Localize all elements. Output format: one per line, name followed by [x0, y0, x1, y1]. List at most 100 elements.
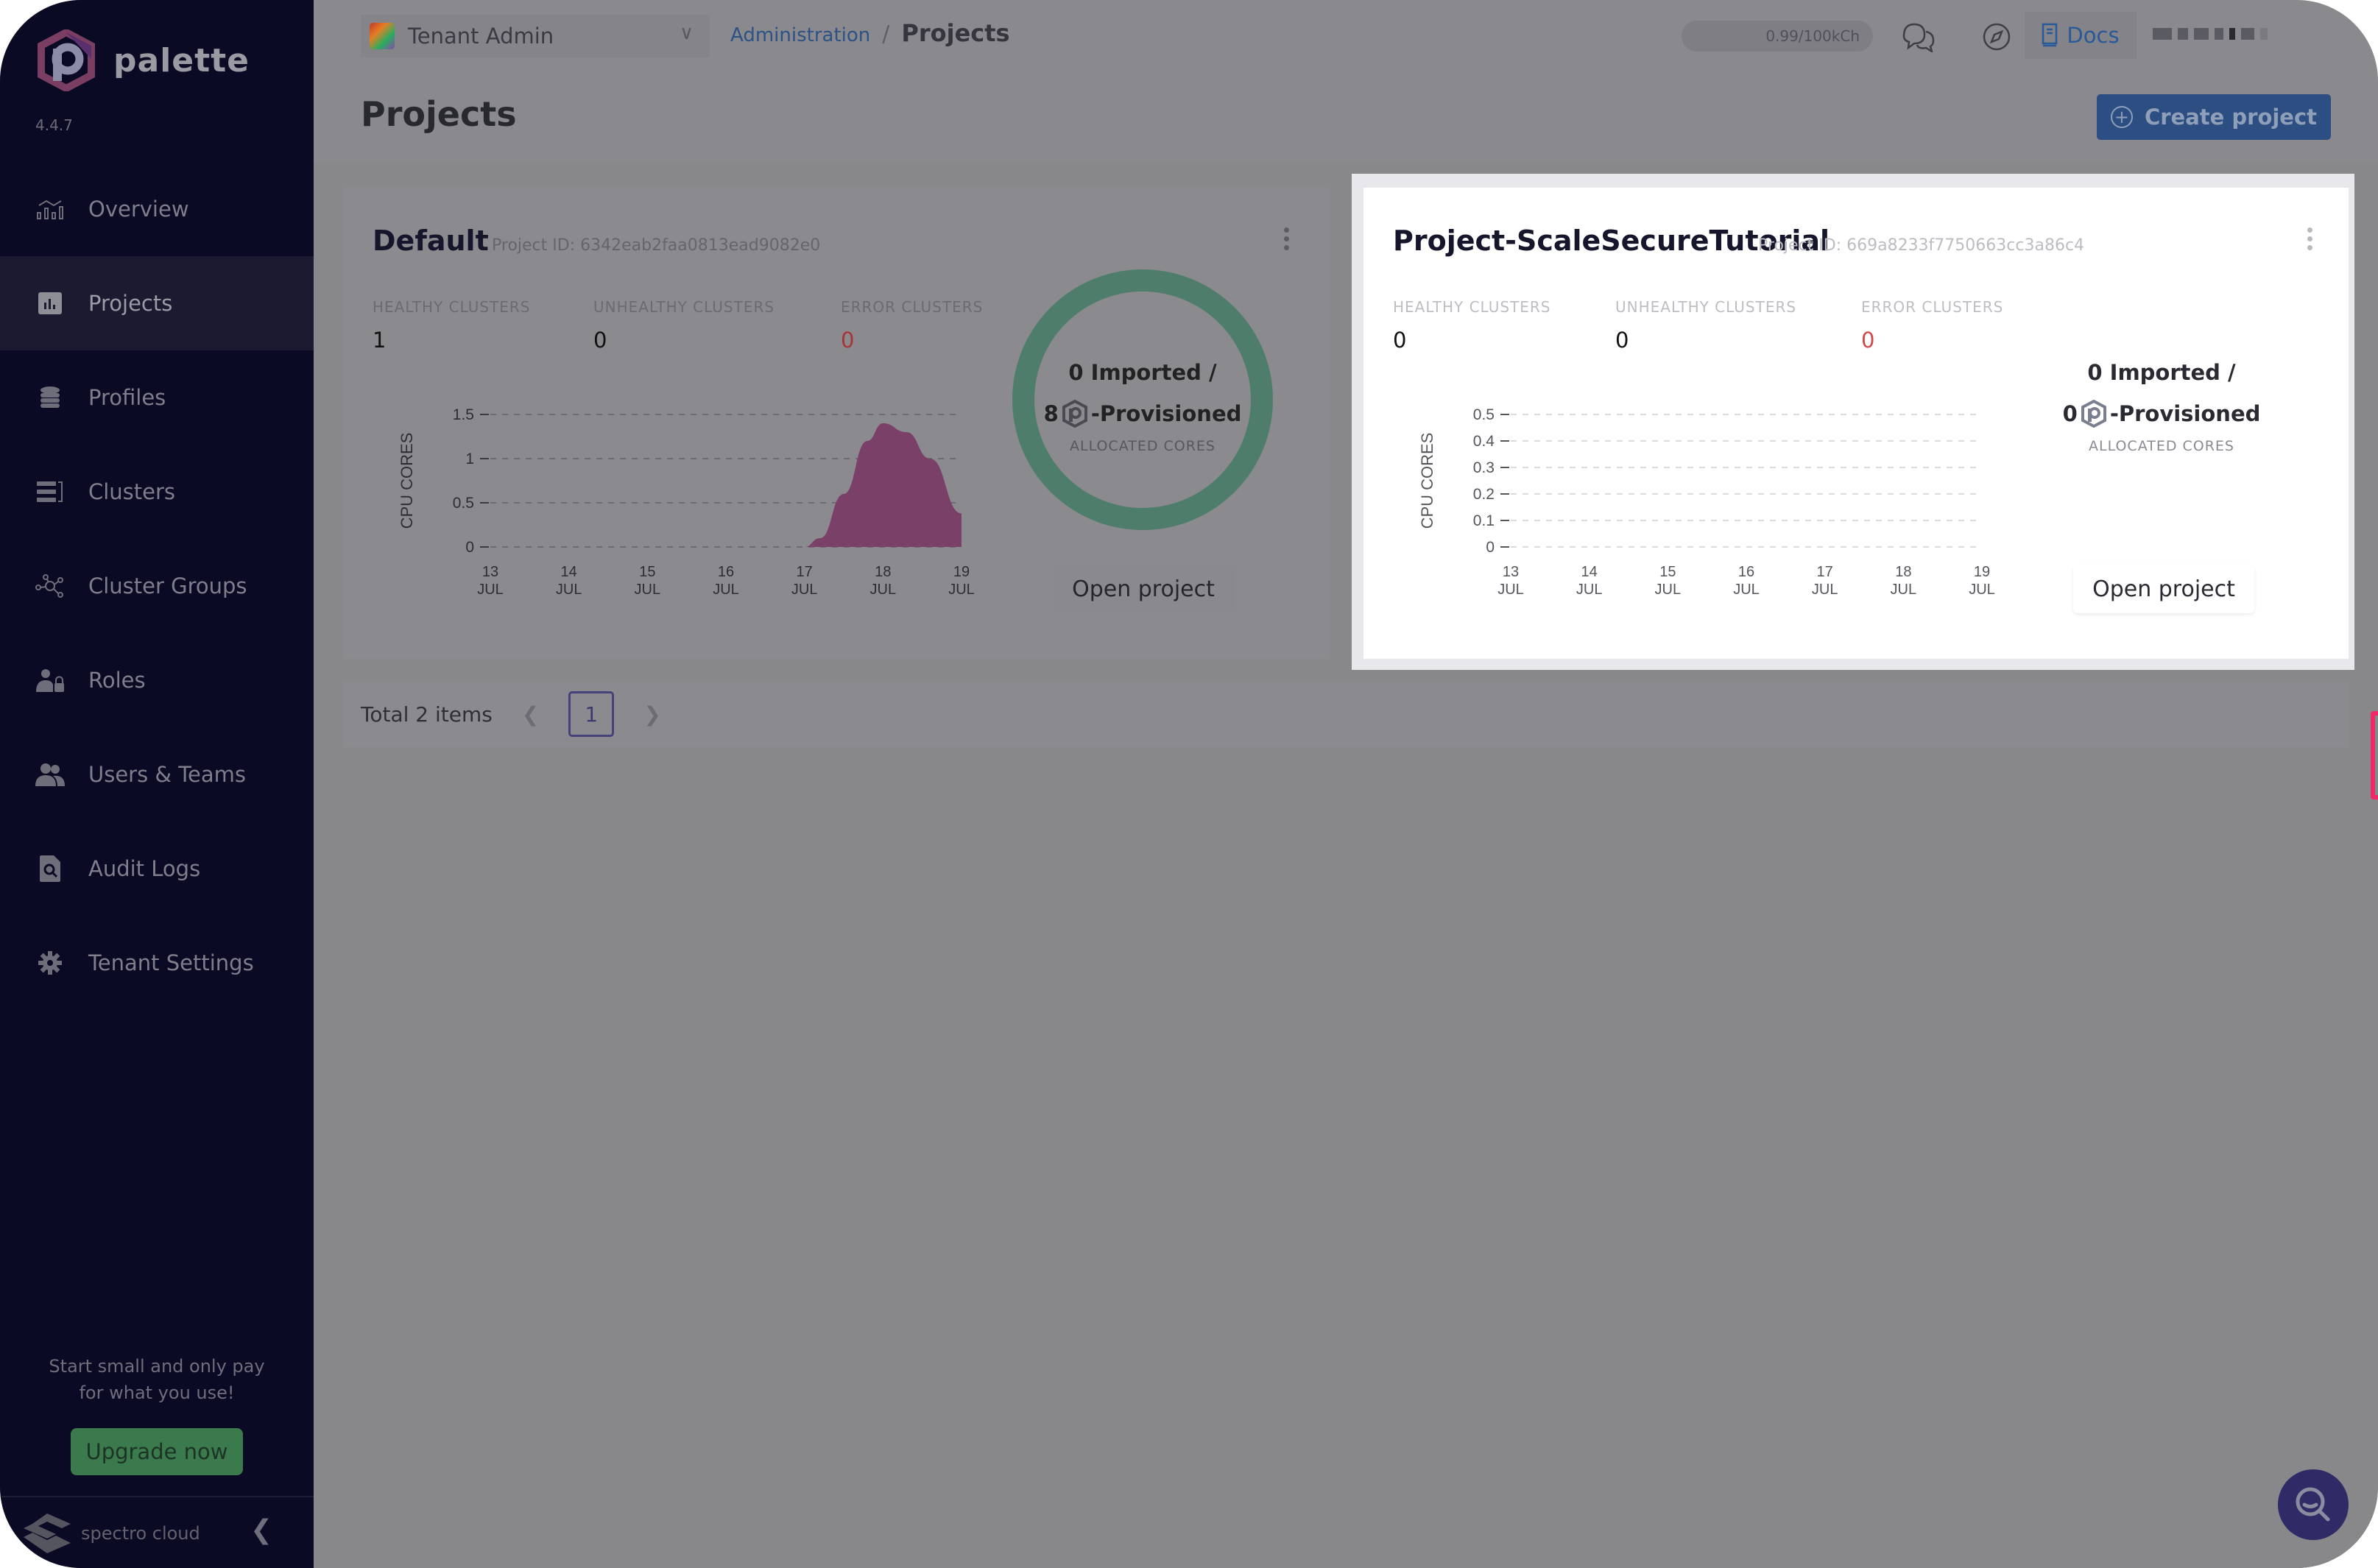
next-page-icon[interactable]: ❯: [643, 702, 660, 727]
x-tick-label-month: JUL: [870, 582, 897, 598]
palette-p-icon: [1062, 400, 1087, 428]
breadcrumb-administration[interactable]: Administration: [730, 24, 870, 46]
page-number-button[interactable]: 1: [568, 691, 615, 737]
footer-brand-text: spectro cloud: [81, 1523, 200, 1544]
x-tick-label-month: JUL: [1812, 582, 1838, 598]
more-options-icon[interactable]: [2307, 227, 2313, 254]
x-tick-label-day: 17: [797, 564, 813, 580]
unhealthy-clusters-label: UNHEALTHY CLUSTERS: [1615, 298, 1797, 316]
allocated-cores-donut: 0 Imported / 8 -Provisioned ALLOCATED CO…: [1010, 267, 1275, 532]
allocated-cores-caption: ALLOCATED CORES: [1069, 438, 1216, 454]
sidebar-item-projects[interactable]: Projects: [0, 256, 314, 350]
y-tick-label: 0.3: [1473, 459, 1495, 476]
gear-icon: [35, 948, 65, 978]
allocated-cores-summary: 0 Imported / 0 -Provisioned ALLOCATED CO…: [2029, 267, 2294, 532]
more-options-icon[interactable]: [1284, 227, 1290, 254]
prev-page-icon[interactable]: ❮: [522, 702, 539, 727]
app-window: palette 4.4.7 Overview Projects Profiles…: [0, 0, 2378, 1568]
docs-button[interactable]: Docs: [2025, 12, 2137, 59]
book-icon: [2042, 23, 2058, 47]
sidebar-item-clusters[interactable]: Clusters: [0, 445, 314, 539]
x-tick-label-month: JUL: [713, 582, 739, 598]
pagination: Total 2 items ❮ 1 ❯: [343, 681, 2349, 747]
upgrade-now-button[interactable]: Upgrade now: [71, 1428, 243, 1475]
unhealthy-clusters-value: 0: [1615, 328, 1629, 353]
x-tick-label-month: JUL: [1497, 582, 1524, 598]
y-tick-label: 0.5: [1473, 406, 1495, 423]
sidebar-item-overview[interactable]: Overview: [0, 162, 314, 256]
page-title: Projects: [361, 94, 517, 134]
cores-provisioned: 8 -Provisioned: [1010, 400, 1275, 428]
open-project-button[interactable]: Open project: [1053, 565, 1234, 613]
cores-provisioned-count: 8: [1043, 401, 1059, 426]
top-bar: Tenant Admin ∨ Administration / Projects…: [314, 0, 2378, 70]
breadcrumb-current: Projects: [901, 19, 1010, 47]
sidebar-item-label: Audit Logs: [88, 856, 201, 881]
y-tick-label: 0: [465, 539, 474, 556]
sidebar-item-label: Roles: [88, 668, 146, 693]
audit-logs-icon: [35, 854, 65, 883]
sidebar-item-cluster-groups[interactable]: Cluster Groups: [0, 539, 314, 633]
project-card: Default Project ID: 6342eab2faa0813ead90…: [343, 188, 1330, 659]
healthy-clusters-label: HEALTHY CLUSTERS: [1393, 298, 1551, 316]
cores-provisioned-suffix: -Provisioned: [2109, 401, 2261, 426]
x-tick-label-month: JUL: [1891, 582, 1917, 598]
sidebar-item-label: Clusters: [88, 479, 176, 504]
project-name[interactable]: Default: [373, 225, 489, 257]
project-id: Project ID: 6342eab2faa0813ead9082e0: [492, 236, 821, 255]
compass-icon[interactable]: [1979, 19, 2014, 54]
users-teams-icon: [35, 760, 65, 789]
open-project-button[interactable]: Open project: [2073, 565, 2254, 613]
create-project-label: Create project: [2144, 105, 2318, 130]
create-project-button[interactable]: + Create project: [2097, 94, 2331, 140]
palette-p-icon: [2081, 400, 2106, 428]
sidebar-item-roles[interactable]: Roles: [0, 633, 314, 727]
unhealthy-clusters-label: UNHEALTHY CLUSTERS: [593, 298, 775, 316]
project-id: Project ID: 669a8233f7750663cc3a86c4: [1758, 236, 2085, 255]
plus-circle-icon: +: [2110, 106, 2133, 128]
y-tick-label: 1: [465, 451, 474, 467]
cluster-groups-icon: [35, 571, 65, 601]
cpu-cores-chart: CPU CORES 0 0.5 1 1.5 13 JUL 14 JUL 15 JUL 16 JUL 17 J…: [398, 406, 975, 598]
sidebar-nav: Overview Projects Profiles Clusters Clus…: [0, 162, 314, 1010]
healthy-clusters-value: 0: [1393, 328, 1407, 353]
x-tick-label-day: 18: [1895, 564, 1911, 580]
x-tick-label-month: JUL: [1576, 582, 1603, 598]
scope-selector[interactable]: Tenant Admin ∨: [361, 15, 710, 57]
profiles-stack-icon: [35, 383, 65, 412]
overview-chart-icon: [35, 194, 65, 224]
spectro-cloud-logo-icon: [24, 1514, 71, 1553]
x-tick-label-month: JUL: [556, 582, 582, 598]
collapse-sidebar-icon[interactable]: ❮: [250, 1515, 272, 1545]
sidebar-item-label: Tenant Settings: [88, 950, 254, 975]
usage-indicator[interactable]: 0.99/100kCh: [1682, 21, 1873, 52]
x-tick-label-day: 14: [561, 564, 577, 580]
breadcrumb: Administration / Projects: [730, 19, 1010, 47]
cores-imported: 0 Imported /: [1068, 360, 1217, 385]
x-tick-label-day: 14: [1581, 564, 1598, 580]
cores-provisioned-count: 0: [2062, 401, 2078, 426]
sidebar: palette 4.4.7 Overview Projects Profiles…: [0, 0, 314, 1568]
x-tick-label-month: JUL: [1733, 582, 1760, 598]
sidebar-item-audit-logs[interactable]: Audit Logs: [0, 822, 314, 916]
sidebar-item-users-teams[interactable]: Users & Teams: [0, 727, 314, 822]
chat-icon[interactable]: [1901, 19, 1936, 54]
search-help-button[interactable]: [2278, 1469, 2349, 1540]
sidebar-item-label: Overview: [88, 197, 189, 222]
x-tick-label-month: JUL: [948, 582, 975, 598]
chevron-down-icon: ∨: [679, 22, 694, 44]
y-axis-label: CPU CORES: [1418, 433, 1436, 529]
sidebar-item-tenant-settings[interactable]: Tenant Settings: [0, 916, 314, 1010]
error-clusters-label: ERROR CLUSTERS: [1861, 298, 2004, 316]
palette-logo[interactable]: palette: [35, 29, 250, 91]
promo-text-line2: for what you use!: [79, 1382, 235, 1403]
docs-label: Docs: [2067, 23, 2120, 48]
sidebar-item-profiles[interactable]: Profiles: [0, 350, 314, 445]
cpu-usage-area: [490, 423, 962, 547]
user-menu[interactable]: [2153, 25, 2271, 43]
x-tick-label-day: 13: [1503, 564, 1519, 580]
y-tick-label: 0.2: [1473, 486, 1495, 503]
x-tick-label-day: 16: [718, 564, 734, 580]
sidebar-footer: spectro cloud ❮: [0, 1496, 314, 1568]
search-icon: [2296, 1487, 2330, 1522]
